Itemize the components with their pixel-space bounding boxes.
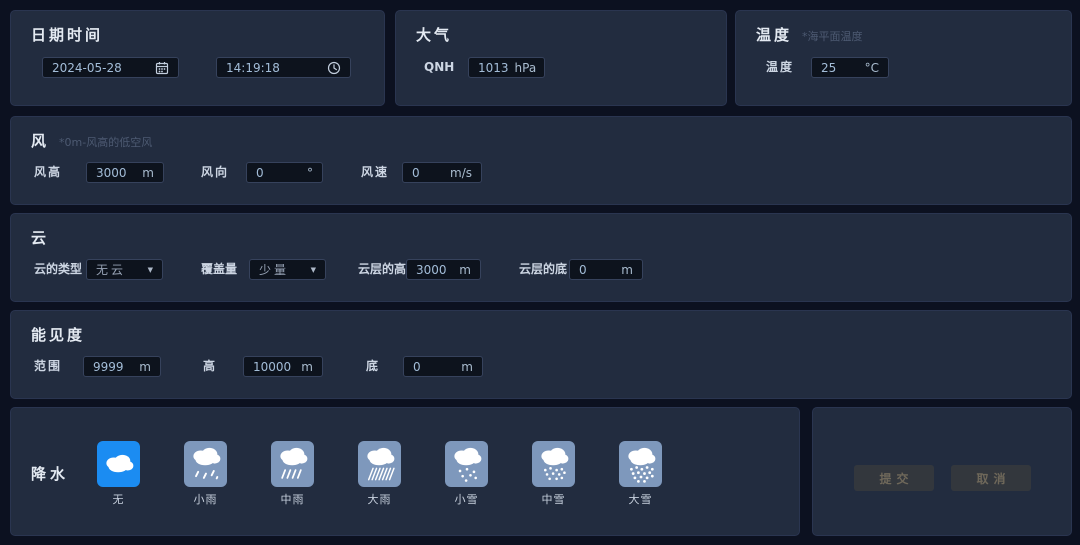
atmosphere-panel-title: 大气 bbox=[416, 26, 453, 44]
cloud-base-input[interactable]: 0 m bbox=[569, 259, 643, 280]
precip-option-label: 无 bbox=[112, 493, 125, 506]
precip-option-label: 大雪 bbox=[628, 493, 653, 506]
precipitation-options: 无 小雨 中雨 大雨 小雪 中雪 大雪 bbox=[97, 441, 662, 507]
wind-speed-value: 0 bbox=[412, 165, 420, 180]
chevron-down-icon: ▼ bbox=[310, 265, 316, 274]
wind-speed-unit: m/s bbox=[450, 165, 472, 180]
temperature-label: 温度 bbox=[766, 60, 795, 74]
precip-option-medium-rain[interactable]: 中雨 bbox=[271, 441, 314, 507]
wind-height-value: 3000 bbox=[96, 165, 127, 180]
chevron-down-icon: ▼ bbox=[147, 265, 153, 274]
precip-option-label: 小雪 bbox=[454, 493, 479, 506]
cloud-top-unit: m bbox=[459, 262, 471, 277]
qnh-value: 1013 bbox=[478, 60, 509, 75]
wind-direction-input[interactable]: 0 ° bbox=[246, 162, 323, 183]
clock-icon[interactable] bbox=[327, 61, 341, 75]
weather-settings-page: 日期时间 2024-05-28 14:19:18 大气 QNH 1013 hPa… bbox=[0, 0, 1080, 545]
cloud-coverage-select[interactable]: 少量 ▼ bbox=[249, 259, 326, 280]
atmosphere-panel: 大气 QNH 1013 hPa bbox=[395, 10, 727, 106]
visibility-bottom-label: 底 bbox=[366, 359, 381, 373]
precip-option-light-snow[interactable]: 小雪 bbox=[445, 441, 488, 507]
cloud-coverage-label: 覆盖量 bbox=[201, 262, 238, 276]
cloud-base-value: 0 bbox=[579, 262, 587, 277]
datetime-panel: 日期时间 2024-05-28 14:19:18 bbox=[10, 10, 385, 106]
date-value: 2024-05-28 bbox=[52, 60, 122, 75]
temperature-note: *海平面温度 bbox=[802, 30, 863, 43]
precipitation-panel: 降水 无 小雨 中雨 大雨 小雪 中雪 大雪 bbox=[10, 407, 800, 536]
precip-option-light-rain[interactable]: 小雨 bbox=[184, 441, 227, 507]
temperature-input[interactable]: 25 °C bbox=[811, 57, 889, 78]
heavy-rain-icon[interactable] bbox=[358, 441, 401, 487]
cloud-icon[interactable] bbox=[97, 441, 140, 487]
visibility-bottom-value: 0 bbox=[413, 359, 421, 374]
visibility-range-value: 9999 bbox=[93, 359, 124, 374]
light-rain-icon[interactable] bbox=[184, 441, 227, 487]
cancel-button[interactable]: 取消 bbox=[951, 465, 1031, 491]
date-input[interactable]: 2024-05-28 bbox=[42, 57, 179, 78]
medium-rain-icon[interactable] bbox=[271, 441, 314, 487]
datetime-panel-title: 日期时间 bbox=[31, 26, 104, 44]
wind-note: *0m-风高的低空风 bbox=[59, 136, 153, 149]
wind-panel-title: 风 *0m-风高的低空风 bbox=[31, 132, 153, 150]
actions-panel: 提交 取消 bbox=[812, 407, 1072, 536]
visibility-top-input[interactable]: 10000 m bbox=[243, 356, 323, 377]
visibility-range-input[interactable]: 9999 m bbox=[83, 356, 161, 377]
calendar-icon[interactable] bbox=[155, 61, 169, 75]
temperature-unit: °C bbox=[864, 60, 879, 75]
wind-height-unit: m bbox=[142, 165, 154, 180]
precip-option-label: 小雨 bbox=[193, 493, 218, 506]
precip-option-label: 中雨 bbox=[280, 493, 305, 506]
heavy-snow-icon[interactable] bbox=[619, 441, 662, 487]
light-snow-icon[interactable] bbox=[445, 441, 488, 487]
cloud-top-input[interactable]: 3000 m bbox=[406, 259, 481, 280]
time-value: 14:19:18 bbox=[226, 60, 280, 75]
cloud-panel: 云 云的类型 无云 ▼ 覆盖量 少量 ▼ 云层的高 3000 m 云层的底 0 … bbox=[10, 213, 1072, 302]
visibility-range-unit: m bbox=[139, 359, 151, 374]
qnh-label: QNH bbox=[424, 60, 455, 74]
submit-button[interactable]: 提交 bbox=[854, 465, 934, 491]
visibility-top-unit: m bbox=[301, 359, 313, 374]
temperature-value: 25 bbox=[821, 60, 837, 75]
cloud-type-label: 云的类型 bbox=[34, 262, 83, 276]
visibility-range-label: 范围 bbox=[34, 359, 63, 373]
wind-direction-unit: ° bbox=[307, 165, 313, 180]
wind-panel: 风 *0m-风高的低空风 风高 3000 m 风向 0 ° 风速 0 m/s bbox=[10, 116, 1072, 205]
cloud-type-select[interactable]: 无云 ▼ bbox=[86, 259, 163, 280]
cloud-coverage-value: 少量 bbox=[259, 263, 290, 277]
precipitation-panel-title: 降水 bbox=[31, 465, 70, 483]
time-input[interactable]: 14:19:18 bbox=[216, 57, 351, 78]
wind-direction-label: 风向 bbox=[201, 165, 230, 179]
qnh-input[interactable]: 1013 hPa bbox=[468, 57, 545, 78]
wind-speed-input[interactable]: 0 m/s bbox=[402, 162, 482, 183]
cloud-base-unit: m bbox=[621, 262, 633, 277]
visibility-top-label: 高 bbox=[203, 359, 218, 373]
wind-direction-value: 0 bbox=[256, 165, 264, 180]
visibility-bottom-unit: m bbox=[461, 359, 473, 374]
cloud-top-label: 云层的高 bbox=[358, 262, 407, 276]
precip-option-label: 大雨 bbox=[367, 493, 392, 506]
wind-height-label: 风高 bbox=[34, 165, 63, 179]
precip-option-medium-snow[interactable]: 中雪 bbox=[532, 441, 575, 507]
precip-option-none[interactable]: 无 bbox=[97, 441, 140, 507]
visibility-bottom-input[interactable]: 0 m bbox=[403, 356, 483, 377]
precip-option-heavy-snow[interactable]: 大雪 bbox=[619, 441, 662, 507]
cloud-base-label: 云层的底 bbox=[519, 262, 568, 276]
temperature-panel-title: 温度 *海平面温度 bbox=[756, 26, 863, 44]
visibility-panel-title: 能见度 bbox=[31, 326, 86, 344]
wind-height-input[interactable]: 3000 m bbox=[86, 162, 164, 183]
temperature-panel: 温度 *海平面温度 温度 25 °C bbox=[735, 10, 1072, 106]
wind-speed-label: 风速 bbox=[361, 165, 390, 179]
visibility-panel: 能见度 范围 9999 m 高 10000 m 底 0 m bbox=[10, 310, 1072, 399]
precip-option-heavy-rain[interactable]: 大雨 bbox=[358, 441, 401, 507]
precip-option-label: 中雪 bbox=[541, 493, 566, 506]
medium-snow-icon[interactable] bbox=[532, 441, 575, 487]
cloud-panel-title: 云 bbox=[31, 229, 50, 247]
cloud-type-value: 无云 bbox=[96, 263, 127, 277]
visibility-top-value: 10000 bbox=[253, 359, 292, 374]
qnh-unit: hPa bbox=[514, 60, 537, 75]
cloud-top-value: 3000 bbox=[416, 262, 447, 277]
